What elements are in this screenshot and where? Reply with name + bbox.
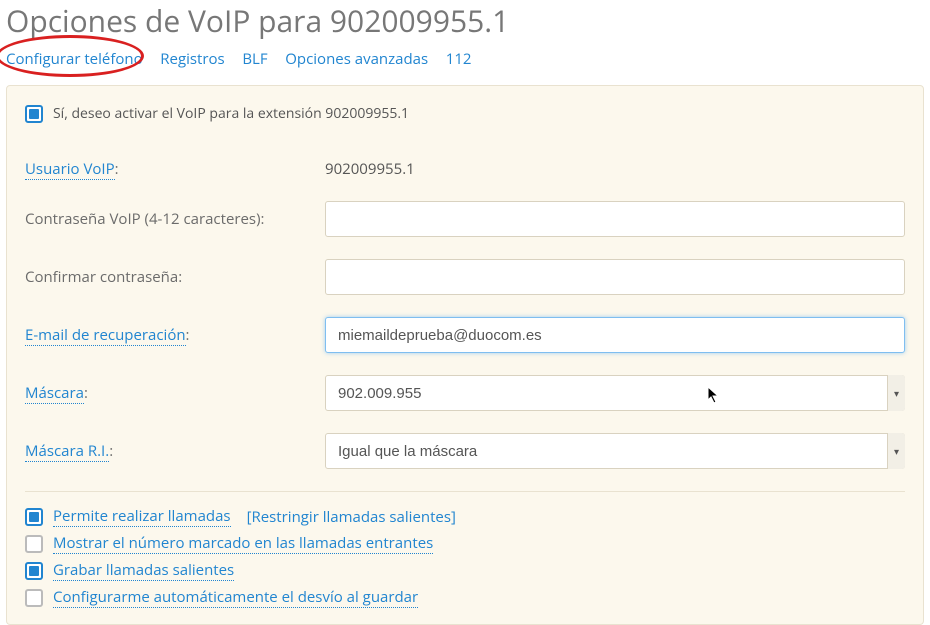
row-mask: Máscara: 902.009.955 ▾ xyxy=(25,375,905,411)
activation-label: Sí, deseo activar el VoIP para la extens… xyxy=(53,104,409,123)
checkbox-show-dialed[interactable] xyxy=(25,535,43,553)
input-voip-password[interactable] xyxy=(325,201,905,237)
row-auto-forward: Configurarme automáticamente el desvío a… xyxy=(25,587,905,608)
link-restrict-outgoing[interactable]: [Restringir llamadas salientes] xyxy=(247,507,456,527)
row-voip-user: Usuario VoIP: 902009955.1 xyxy=(25,159,905,179)
tab-blf[interactable]: BLF xyxy=(242,49,267,69)
select-mask[interactable]: 902.009.955 xyxy=(325,375,905,411)
tab-configure-phone[interactable]: Configurar teléfono xyxy=(6,49,143,69)
label-mask-ri: Máscara R.I.: xyxy=(25,441,325,461)
checkbox-auto-forward[interactable] xyxy=(25,589,43,607)
input-confirm-password[interactable] xyxy=(325,259,905,295)
tab-bar: Configurar teléfono Registros BLF Opcion… xyxy=(0,49,930,85)
activation-checkbox[interactable] xyxy=(25,105,43,123)
label-voip-user: Usuario VoIP: xyxy=(25,159,325,179)
label-show-dialed: Mostrar el número marcado en las llamada… xyxy=(53,533,433,554)
divider xyxy=(25,491,905,492)
row-allow-calls: Permite realizar llamadas [Restringir ll… xyxy=(25,506,905,527)
tab-advanced-options[interactable]: Opciones avanzadas xyxy=(285,49,428,69)
activation-row: Sí, deseo activar el VoIP para la extens… xyxy=(25,104,905,123)
label-voip-password: Contraseña VoIP (4-12 caracteres): xyxy=(25,209,325,229)
label-allow-calls: Permite realizar llamadas xyxy=(53,506,231,527)
label-confirm-password: Confirmar contraseña: xyxy=(25,267,325,287)
label-record-outgoing: Grabar llamadas salientes xyxy=(53,560,234,581)
row-mask-ri: Máscara R.I.: Igual que la máscara ▾ xyxy=(25,433,905,469)
row-recovery-email: E-mail de recuperación: xyxy=(25,317,905,353)
page-title: Opciones de VoIP para 902009955.1 xyxy=(0,0,930,49)
voip-panel: Sí, deseo activar el VoIP para la extens… xyxy=(6,85,924,625)
label-auto-forward: Configurarme automáticamente el desvío a… xyxy=(53,587,418,608)
label-recovery-email: E-mail de recuperación: xyxy=(25,325,325,345)
row-show-dialed: Mostrar el número marcado en las llamada… xyxy=(25,533,905,554)
label-mask: Máscara: xyxy=(25,383,325,403)
select-mask-ri[interactable]: Igual que la máscara xyxy=(325,433,905,469)
row-confirm-password: Confirmar contraseña: xyxy=(25,259,905,295)
checkbox-allow-calls[interactable] xyxy=(25,508,43,526)
checkbox-record-outgoing[interactable] xyxy=(25,562,43,580)
row-record-outgoing: Grabar llamadas salientes xyxy=(25,560,905,581)
value-voip-user: 902009955.1 xyxy=(325,159,905,179)
tab-logs[interactable]: Registros xyxy=(160,49,224,69)
input-recovery-email[interactable] xyxy=(325,317,905,353)
tab-112[interactable]: 112 xyxy=(446,49,472,69)
row-voip-password: Contraseña VoIP (4-12 caracteres): xyxy=(25,201,905,237)
